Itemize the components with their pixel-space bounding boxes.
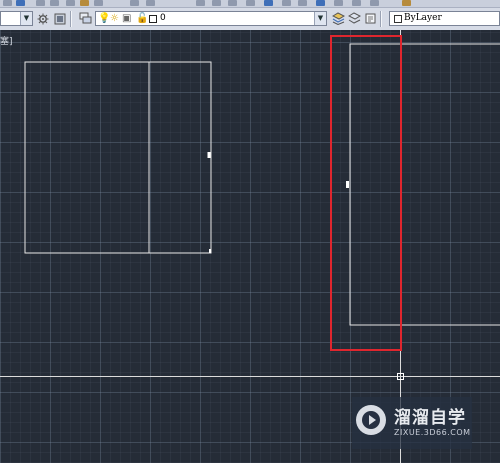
standard-toolbar-row: [0, 0, 500, 8]
tool-icon[interactable]: [228, 0, 237, 6]
tool-icon[interactable]: [212, 0, 221, 6]
viewport-freeze-icon[interactable]: ▣: [122, 11, 131, 26]
right-rectangle[interactable]: [346, 43, 500, 326]
toolbar-area: ▼ 💡 ☼ ▣ 🔓 0 ▼ ByLayer: [0, 0, 500, 31]
bulb-icon[interactable]: 💡: [98, 11, 110, 26]
grip-marker[interactable]: [209, 249, 211, 253]
current-layer-name: 0: [160, 13, 166, 23]
layer-dropdown[interactable]: 💡 ☼ ▣ 🔓 0 ▼: [95, 11, 327, 26]
workspace-settings-icon[interactable]: [53, 11, 67, 26]
layer-current-icon[interactable]: [331, 11, 345, 26]
grip-marker[interactable]: [346, 181, 349, 188]
tool-icon[interactable]: [282, 0, 291, 6]
drawing-canvas[interactable]: 塞] 溜溜自学 ZIXUE.3D66.COM: [0, 30, 500, 463]
tool-icon[interactable]: [298, 0, 307, 6]
tool-icon[interactable]: [50, 0, 59, 6]
chevron-down-icon[interactable]: ▼: [20, 12, 32, 25]
tool-icon[interactable]: [3, 0, 12, 6]
match-properties-icon[interactable]: [363, 11, 377, 26]
tool-icon[interactable]: [352, 0, 361, 6]
tool-icon[interactable]: [146, 0, 155, 6]
tool-icon[interactable]: [66, 0, 75, 6]
layer-previous-icon[interactable]: [347, 11, 361, 26]
tool-icon[interactable]: [334, 0, 343, 6]
grip-marker[interactable]: [207, 152, 211, 158]
toolbar-separator: [70, 11, 72, 27]
color-swatch-icon[interactable]: [149, 15, 157, 23]
tool-icon[interactable]: [264, 0, 273, 6]
watermark-title: 溜溜自学: [394, 408, 466, 428]
layers-icon[interactable]: [78, 11, 92, 26]
sun-icon[interactable]: ☼: [110, 11, 119, 26]
tool-icon[interactable]: [196, 0, 205, 6]
toolbar-separator: [380, 11, 382, 27]
tool-icon[interactable]: [246, 0, 255, 6]
chevron-down-icon[interactable]: ▼: [314, 12, 326, 25]
tool-icon[interactable]: [80, 0, 89, 6]
tool-icon[interactable]: [36, 0, 45, 6]
tool-icon[interactable]: [94, 0, 103, 6]
workspace-dropdown[interactable]: ▼: [0, 11, 33, 26]
tool-icon[interactable]: [16, 0, 25, 6]
tool-icon[interactable]: [316, 0, 325, 6]
highlight-box: [330, 35, 402, 351]
color-value: ByLayer: [404, 13, 442, 23]
lock-icon[interactable]: 🔓: [136, 11, 148, 26]
gear-icon[interactable]: [36, 11, 50, 26]
watermark-url: ZIXUE.3D66.COM: [394, 428, 471, 437]
color-dropdown[interactable]: ByLayer: [389, 11, 500, 26]
color-swatch-icon: [394, 15, 402, 23]
tool-icon[interactable]: [370, 0, 379, 6]
watermark: 溜溜自学 ZIXUE.3D66.COM: [352, 397, 472, 449]
play-logo-icon: [356, 405, 386, 435]
tool-icon[interactable]: [402, 0, 411, 6]
layers-toolbar-row: ▼ 💡 ☼ ▣ 🔓 0 ▼ ByLayer: [0, 9, 500, 29]
left-rectangle[interactable]: [24, 61, 212, 254]
tool-icon[interactable]: [130, 0, 139, 6]
